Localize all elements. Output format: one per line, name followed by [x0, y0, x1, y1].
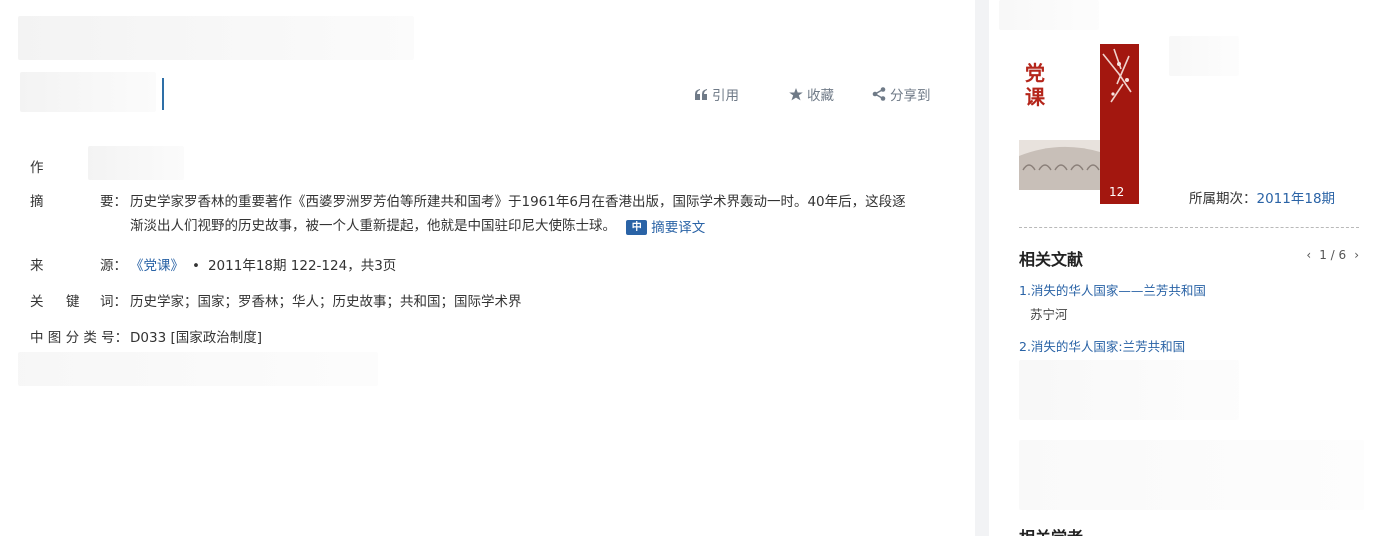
sidebar-divider — [1019, 227, 1359, 228]
sidebar-meta-blurred — [1169, 36, 1239, 76]
related-pager: ‹ 1 / 6 › — [1306, 248, 1359, 262]
keywords-value[interactable]: 历史学家；国家；罗香林；华人；历史故事；共和国；国际学术界 — [130, 290, 522, 310]
pager-text: 1 / 6 — [1319, 248, 1347, 262]
article-title-blurred — [18, 16, 414, 60]
cite-button[interactable]: 引用 — [695, 84, 789, 104]
abstract-translate-label: 摘要译文 — [651, 219, 706, 236]
chevron-left-icon[interactable]: ‹ — [1306, 248, 1311, 262]
cover-issue-number: 12 — [1109, 185, 1124, 199]
journal-cover-image[interactable]: 党 课 12 — [1019, 44, 1139, 204]
abstract-body: 历史学家罗香林的重要著作《西婆罗洲罗芳伯等所建共和国考》于1961年6月在香港出… — [130, 194, 906, 234]
cover-title-1: 党 — [1025, 61, 1045, 85]
source-value: 《党课》 • 2011年18期 122-124，共3页 — [130, 254, 396, 274]
related-item-1-author[interactable]: 苏宁河 — [1030, 304, 1068, 323]
related-more-blurred — [1019, 360, 1239, 420]
abstract-label: 摘要： — [30, 194, 127, 210]
related-item-2-title[interactable]: 2.消失的华人国家:兰芳共和国 — [1019, 336, 1185, 355]
keywords-label: 关键词： — [30, 294, 127, 310]
author-names-blurred — [88, 146, 184, 180]
issue-info: 所属期次：2011年18期 — [1189, 187, 1335, 207]
source-journal-link[interactable]: 《党课》 — [130, 258, 184, 274]
sidebar: 党 课 12 所属期次：2011年18期 相关文献 ‹ 1 / 6 › 1.消失… — [989, 0, 1389, 536]
clc-value: D033 [国家政治制度] — [130, 330, 262, 346]
issue-label: 所属期次： — [1189, 191, 1257, 207]
extra-info-blurred — [18, 352, 378, 386]
share-label: 分享到 — [890, 88, 931, 104]
related-header: 相关文献 ‹ 1 / 6 › — [1019, 246, 1359, 270]
clc-label: 中 图 分 类 号： — [30, 330, 129, 346]
share-icon — [872, 87, 886, 101]
author-avatar-blurred — [20, 72, 156, 112]
related-title: 相关文献 — [1019, 250, 1084, 269]
text-cursor — [162, 78, 164, 110]
related-more-blurred-2 — [1019, 440, 1364, 510]
abstract-text: 历史学家罗香林的重要著作《西婆罗洲罗芳伯等所建共和国考》于1961年6月在香港出… — [130, 190, 910, 240]
journal-cover-art: 党 课 12 — [1019, 44, 1139, 204]
favorite-button[interactable]: 收藏 — [789, 84, 872, 104]
translate-icon: 中 — [626, 220, 648, 235]
related-item-1-title[interactable]: 1.消失的华人国家——兰芳共和国 — [1019, 280, 1206, 299]
abstract-translate-link[interactable]: 中 摘要译文 — [626, 216, 705, 240]
source-label: 来源： — [30, 258, 127, 274]
cite-label: 引用 — [712, 88, 739, 104]
favorite-label: 收藏 — [807, 88, 834, 104]
chevron-right-icon[interactable]: › — [1354, 248, 1359, 262]
quote-icon — [695, 88, 707, 100]
article-main: 引用 收藏 分享到 作 摘要： 历史学家罗香林的重要著作《西婆罗洲罗芳伯等所建共… — [0, 0, 975, 536]
cover-title-2: 课 — [1025, 85, 1046, 109]
article-actions: 引用 收藏 分享到 — [695, 84, 931, 104]
sidebar-header-blurred — [999, 0, 1099, 30]
source-detail: 2011年18期 122-124，共3页 — [207, 258, 397, 274]
issue-link[interactable]: 2011年18期 — [1257, 191, 1336, 207]
share-button[interactable]: 分享到 — [872, 84, 931, 104]
related-scholars-title: 相关学者 — [1019, 524, 1083, 536]
star-icon — [789, 87, 803, 100]
column-divider — [975, 0, 989, 536]
separator-dot: • — [192, 258, 200, 274]
